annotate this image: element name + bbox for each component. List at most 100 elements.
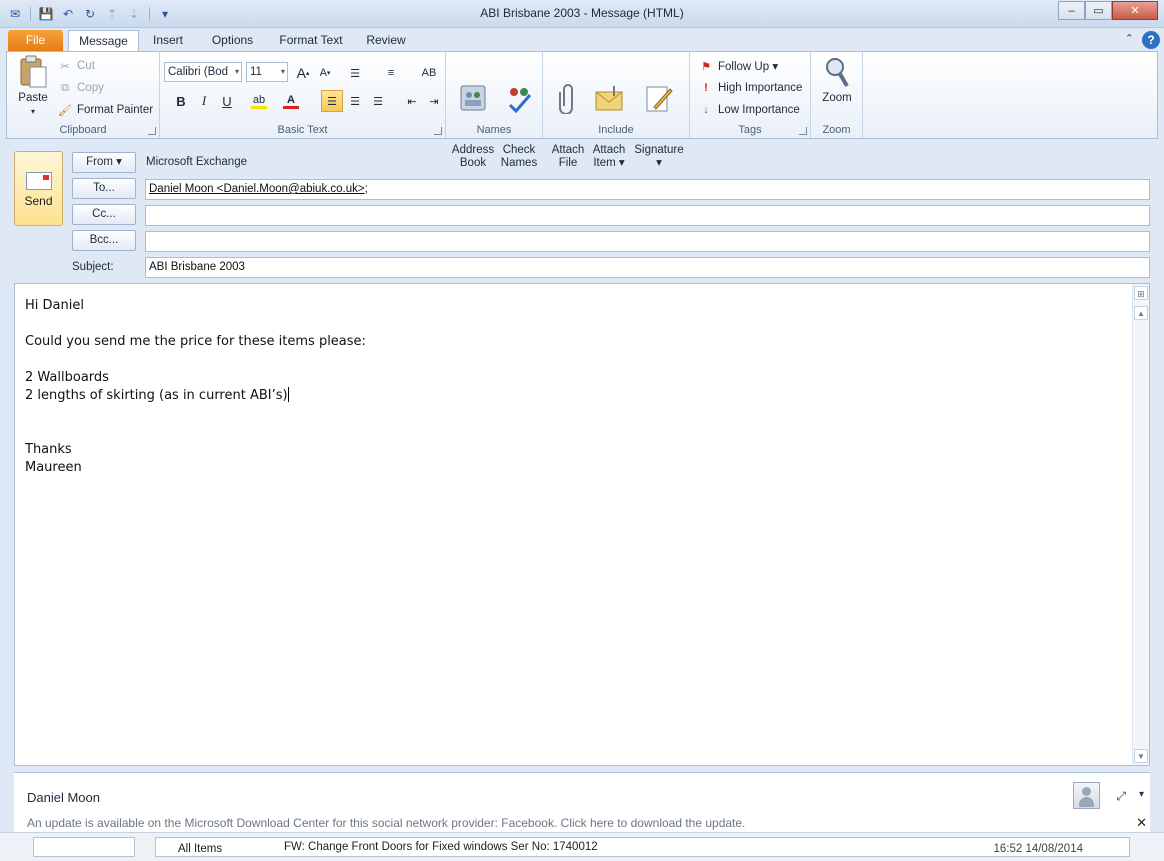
highlight-button[interactable]: ab	[248, 90, 270, 112]
low-importance-icon: ↓	[703, 104, 709, 116]
from-value: Microsoft Exchange	[146, 156, 247, 168]
bcc-button[interactable]: Bcc...	[72, 230, 136, 251]
tab-message[interactable]: Message	[68, 30, 139, 52]
align-right-button[interactable]: ☰	[367, 90, 389, 112]
font-size-combo[interactable]: 11 ▾	[246, 62, 288, 82]
people-pane-name[interactable]: Daniel Moon	[27, 790, 100, 805]
cut-button[interactable]: ✂ Cut	[57, 56, 95, 76]
tab-insert[interactable]: Insert	[145, 30, 191, 52]
flag-icon: ⚑	[701, 60, 711, 73]
cc-field[interactable]	[145, 205, 1150, 226]
numbering-button[interactable]: ≡	[380, 62, 402, 84]
group-zoom: Zoom Zoom	[811, 52, 863, 138]
from-button[interactable]: From ▾	[72, 152, 136, 173]
underline-button[interactable]: U	[216, 90, 238, 112]
maximize-button[interactable]: ▭	[1085, 1, 1112, 20]
styles-icon: AB	[421, 67, 437, 79]
follow-up-button[interactable]: ⚑ Follow Up ▾	[698, 56, 778, 76]
high-importance-icon: !	[704, 82, 708, 94]
bold-button[interactable]: B	[170, 90, 192, 112]
envelope-clip-icon	[593, 82, 625, 114]
tab-options[interactable]: Options	[205, 30, 260, 52]
align-left-icon: ☰	[327, 95, 337, 108]
body-line-with-caret: 2 lengths of skirting (as in current ABI…	[25, 387, 289, 403]
body-line: Could you send me the price for these it…	[25, 334, 366, 349]
format-painter-button[interactable]: 🖌 Format Painter	[57, 100, 153, 120]
shrink-font-button[interactable]: A ▾	[314, 62, 336, 84]
people-pane-chevron-icon[interactable]: ▾	[1139, 789, 1144, 800]
body-line	[25, 351, 366, 369]
bullets-button[interactable]: ☰	[344, 62, 366, 84]
group-label-clipboard: Clipboard	[59, 124, 107, 136]
message-body-editor[interactable]: Hi Daniel Could you send me the price fo…	[14, 283, 1150, 766]
to-field[interactable]: Daniel Moon <Daniel.Moon@abiuk.co.uk>;	[145, 179, 1150, 200]
window-controls: – ▭ ✕	[1058, 1, 1158, 20]
tab-file[interactable]: File	[8, 30, 63, 52]
social-update-infobar[interactable]: An update is available on the Microsoft …	[27, 816, 745, 830]
help-icon[interactable]: ?	[1142, 31, 1160, 49]
paperclip-icon	[552, 82, 584, 114]
styles-button[interactable]: AB	[418, 62, 440, 84]
scissors-icon: ✂	[60, 60, 70, 73]
infobar-close-icon[interactable]: ✕	[1136, 815, 1147, 831]
title-bar: ✉ 💾 ↶ ↻ ⇡ ⇣ ▾ ABI Brisbane 2003 - Messag…	[0, 0, 1164, 28]
high-importance-button[interactable]: ! High Importance	[698, 78, 802, 98]
message-body[interactable]: Hi Daniel Could you send me the price fo…	[25, 297, 366, 477]
bullet-list-icon: ☰	[350, 67, 360, 80]
group-clipboard: Paste ▾ ✂ Cut ⧉ Copy 🖌 Format Painter Cl…	[7, 52, 160, 138]
group-tags: ⚑ Follow Up ▾ ! High Importance ↓ Low Im…	[690, 52, 811, 138]
italic-button[interactable]: I	[193, 90, 215, 112]
group-include: Attach File Attach Item ▾ Signature ▾ In…	[543, 52, 690, 169]
scroll-down-arrow[interactable]: ▼	[1134, 749, 1148, 763]
decrease-indent-button[interactable]: ⇤	[401, 90, 423, 112]
body-line: Hi Daniel	[25, 298, 84, 313]
collapse-ribbon-icon[interactable]: ⌃	[1125, 32, 1134, 45]
bottom-message-row[interactable]: All Items FW: Change Front Doors for Fix…	[155, 837, 1130, 857]
align-center-button[interactable]: ☰	[344, 90, 366, 112]
increase-indent-icon: ⇥	[429, 95, 439, 108]
all-items-label: All Items	[178, 843, 223, 855]
grow-font-button[interactable]: A ▴	[292, 62, 314, 84]
copy-icon: ⧉	[61, 81, 69, 94]
clipboard-dialog-launcher[interactable]	[148, 127, 156, 135]
address-book-icon	[457, 82, 489, 114]
tab-format-text[interactable]: Format Text	[275, 30, 347, 52]
ribbon: Paste ▾ ✂ Cut ⧉ Copy 🖌 Format Painter Cl…	[6, 51, 1158, 169]
signature-icon	[643, 82, 675, 114]
basic-text-dialog-launcher[interactable]	[434, 127, 442, 135]
align-left-button[interactable]: ☰	[321, 90, 343, 112]
to-button[interactable]: To...	[72, 178, 136, 199]
message-row-datetime: 16:52 14/08/2014	[993, 843, 1083, 855]
body-line: Thanks	[25, 442, 72, 457]
avatar[interactable]	[1073, 782, 1100, 809]
copy-button[interactable]: ⧉ Copy	[57, 78, 104, 98]
cc-button[interactable]: Cc...	[72, 204, 136, 225]
font-name-combo[interactable]: Calibri (Bod ▾	[164, 62, 242, 82]
bottom-clipped-strip: All Items FW: Change Front Doors for Fix…	[0, 832, 1164, 861]
increase-indent-button[interactable]: ⇥	[423, 90, 445, 112]
paintbrush-icon: 🖌	[58, 104, 72, 117]
decrease-indent-icon: ⇤	[407, 95, 417, 108]
font-color-button[interactable]: A	[280, 90, 302, 112]
minimize-button[interactable]: –	[1058, 1, 1085, 20]
scroll-up-arrow[interactable]: ▲	[1134, 306, 1148, 320]
tab-review[interactable]: Review	[362, 30, 410, 52]
close-button[interactable]: ✕	[1112, 1, 1158, 20]
subject-field[interactable]: ABI Brisbane 2003	[145, 257, 1150, 278]
low-importance-button[interactable]: ↓ Low Importance	[698, 100, 800, 120]
body-line: 2 Wallboards	[25, 370, 109, 385]
expand-people-pane-icon[interactable]: ⤢	[1116, 789, 1126, 804]
vertical-scrollbar[interactable]: ⊞ ▲ ▼	[1132, 284, 1149, 765]
ruler-toggle-icon[interactable]: ⊞	[1134, 286, 1148, 300]
numbered-list-icon: ≡	[387, 67, 395, 79]
bottom-left-panel	[33, 837, 135, 857]
align-center-icon: ☰	[350, 95, 360, 108]
group-names: Address Book Check Names Names	[446, 52, 543, 169]
bcc-field[interactable]	[145, 231, 1150, 252]
recipient-chip[interactable]: Daniel Moon <Daniel.Moon@abiuk.co.uk>	[149, 183, 365, 195]
send-button[interactable]: Send	[14, 151, 63, 226]
body-line	[25, 315, 366, 333]
paste-button[interactable]: Paste ▾	[13, 55, 53, 118]
tags-dialog-launcher[interactable]	[799, 127, 807, 135]
zoom-button[interactable]: Zoom	[817, 56, 857, 105]
